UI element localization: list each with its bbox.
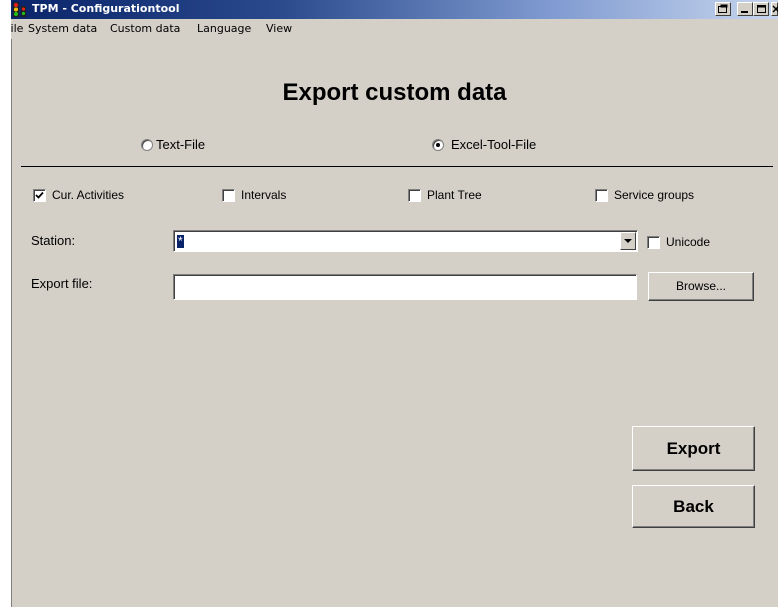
unicode-label[interactable]: Unicode — [666, 235, 710, 250]
radio-selected-dot — [436, 143, 440, 147]
minimize-button[interactable] — [737, 2, 753, 16]
intervals-checkbox[interactable] — [222, 189, 235, 202]
restore-button[interactable] — [715, 2, 731, 16]
intervals-label[interactable]: Intervals — [241, 188, 286, 203]
close-icon — [772, 5, 778, 13]
cur-activities-checkbox[interactable] — [33, 189, 46, 202]
maximize-icon — [757, 5, 766, 13]
unicode-checkbox[interactable] — [647, 236, 660, 249]
menu-view[interactable]: View — [266, 22, 292, 36]
window-title: TPM - Configurationtool — [32, 2, 180, 15]
text-file-label[interactable]: Text-File — [156, 137, 205, 153]
traffic-light-icon — [13, 2, 26, 17]
checkmark-icon — [35, 191, 44, 199]
menu-language[interactable]: Language — [197, 22, 251, 36]
menu-system-data[interactable]: System data — [28, 22, 97, 36]
restore-icon — [718, 4, 728, 13]
excel-tool-file-label[interactable]: Excel-Tool-File — [451, 137, 536, 153]
page-title: Export custom data — [282, 79, 507, 106]
cur-activities-label[interactable]: Cur. Activities — [52, 188, 124, 203]
excel-tool-file-radio[interactable] — [432, 139, 444, 151]
menu-file[interactable]: File — [11, 22, 23, 36]
browse-button[interactable]: Browse... — [648, 272, 754, 301]
title-bar: TPM - Configurationtool — [11, 0, 778, 19]
service-groups-label[interactable]: Service groups — [614, 188, 694, 203]
app-window: TPM - Configurationtool File Sy — [11, 0, 778, 607]
service-groups-checkbox[interactable] — [595, 189, 608, 202]
menu-bar: File System data Custom data Language Vi… — [11, 19, 778, 39]
maximize-button[interactable] — [753, 2, 769, 16]
plant-tree-checkbox[interactable] — [408, 189, 421, 202]
minimize-icon — [741, 11, 748, 13]
separator-line — [21, 166, 773, 167]
station-combobox[interactable]: * — [173, 230, 638, 252]
plant-tree-label[interactable]: Plant Tree — [427, 188, 482, 203]
export-file-label: Export file: — [31, 276, 93, 291]
export-button[interactable]: Export — [632, 426, 755, 471]
station-value: * — [177, 234, 184, 248]
menu-custom-data[interactable]: Custom data — [110, 22, 180, 36]
text-file-radio[interactable] — [141, 139, 153, 151]
window-frame-edge — [11, 39, 12, 607]
close-button[interactable] — [771, 2, 778, 16]
station-label: Station: — [31, 233, 76, 248]
export-file-input[interactable] — [173, 274, 637, 300]
chevron-down-icon[interactable] — [620, 232, 636, 250]
back-button[interactable]: Back — [632, 485, 755, 528]
